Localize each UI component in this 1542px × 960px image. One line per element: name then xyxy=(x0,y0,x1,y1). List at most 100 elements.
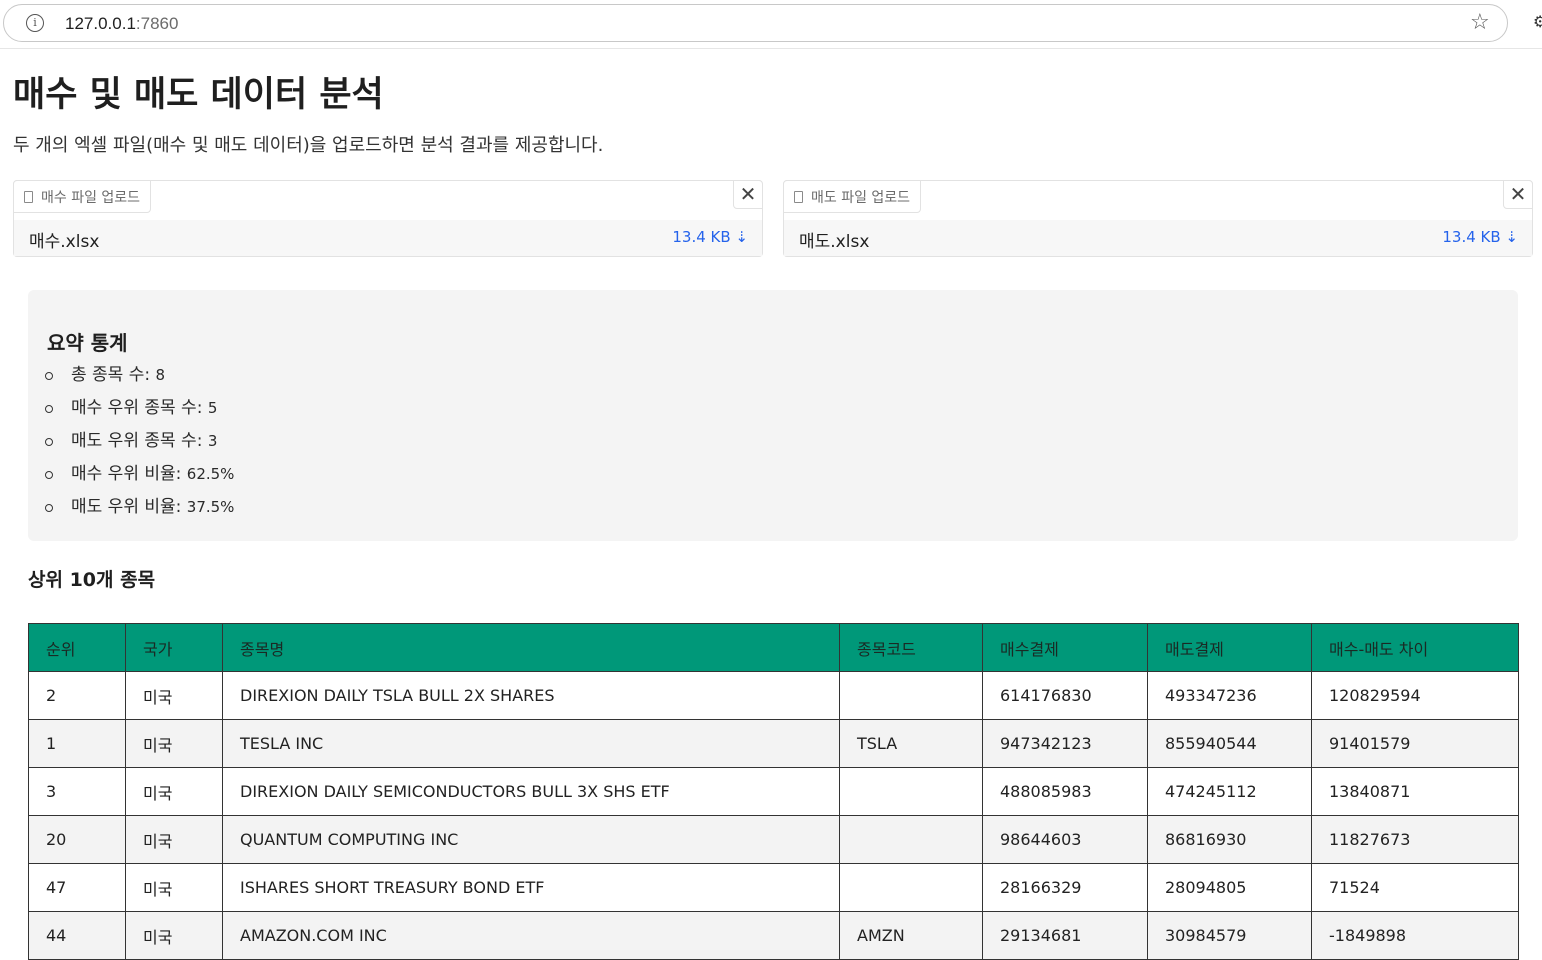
table-cell: 1 xyxy=(28,719,126,768)
file-name: 매도.xlsx xyxy=(799,232,870,252)
table-cell: 493347236 xyxy=(1147,671,1312,720)
table-cell: 20 xyxy=(28,815,126,864)
table-cell: DIREXION DAILY TSLA BULL 2X SHARES xyxy=(222,671,840,720)
table-cell: ISHARES SHORT TREASURY BOND ETF xyxy=(222,863,840,912)
file-download-link[interactable]: 13.4 KB ⇣ xyxy=(1442,228,1518,246)
table-header-row: 순위 국가 종목명 종목코드 매수결제 매도결제 매수-매도 차이 xyxy=(28,623,1519,672)
table-cell: 미국 xyxy=(125,911,223,960)
page-title: 매수 및 매도 데이터 분석 xyxy=(13,75,384,115)
clear-file-button[interactable]: ✕ xyxy=(733,180,763,209)
summary-item-label: 매도 우위 종목 수: xyxy=(71,431,203,451)
table-cell: 71524 xyxy=(1311,863,1519,912)
table-cell: 미국 xyxy=(125,863,223,912)
column-header-country[interactable]: 국가 xyxy=(125,623,223,672)
table-cell: AMAZON.COM INC xyxy=(222,911,840,960)
table-cell: 3 xyxy=(28,767,126,816)
bullet-icon xyxy=(45,504,53,512)
table-cell: QUANTUM COMPUTING INC xyxy=(222,815,840,864)
site-info-icon[interactable]: i xyxy=(26,14,44,32)
sell-file-upload[interactable]: 매도 파일 업로드 ✕ 매도.xlsx 13.4 KB ⇣ xyxy=(783,180,1533,257)
column-header-stock-code[interactable]: 종목코드 xyxy=(839,623,983,672)
table-row: 2 미국 DIREXION DAILY TSLA BULL 2X SHARES 614… xyxy=(28,671,1519,720)
table-cell: 947342123 xyxy=(982,719,1148,768)
table-cell: 미국 xyxy=(125,671,223,720)
browser-toolbar: i 127.0.0.1:7860 ☆ ⚙ xyxy=(0,0,1542,49)
file-icon xyxy=(794,190,803,203)
buy-file-upload[interactable]: 매수 파일 업로드 ✕ 매수.xlsx 13.4 KB ⇣ xyxy=(13,180,763,257)
summary-item: 매도 우위 종목 수: 3 xyxy=(42,428,234,461)
summary-item-value: 37.5% xyxy=(186,498,235,516)
column-header-stock-name[interactable]: 종목명 xyxy=(222,623,840,672)
table-cell: -1849898 xyxy=(1311,911,1519,960)
summary-item-value: 62.5% xyxy=(186,465,235,483)
summary-item-label: 매수 우위 종목 수: xyxy=(71,398,203,418)
url-port: :7860 xyxy=(135,14,179,33)
table-row: 1 미국 TESLA INC TSLA 947342123 855940544 914015… xyxy=(28,719,1519,768)
column-header-difference[interactable]: 매수-매도 차이 xyxy=(1311,623,1519,672)
uploaded-file-row: 매수.xlsx 13.4 KB ⇣ xyxy=(14,220,762,256)
upload-label: 매수 파일 업로드 xyxy=(13,180,152,213)
table-cell: TESLA INC xyxy=(222,719,840,768)
table-row: 47 미국 ISHARES SHORT TREASURY BOND ETF 28166… xyxy=(28,863,1519,912)
address-bar[interactable]: i 127.0.0.1:7860 ☆ xyxy=(3,4,1508,42)
table-cell: 미국 xyxy=(125,815,223,864)
extensions-icon[interactable]: ⚙ xyxy=(1533,12,1542,31)
table-cell: 미국 xyxy=(125,767,223,816)
results-table-container: 순위 국가 종목명 종목코드 매수결제 매도결제 매수-매도 차이 2 미국 DIR… xyxy=(28,623,1519,960)
upload-label-text: 매수 파일 업로드 xyxy=(41,189,141,206)
table-cell xyxy=(839,767,983,816)
table-cell xyxy=(839,815,983,864)
column-header-sell-settlement[interactable]: 매도결제 xyxy=(1147,623,1312,672)
url-host: 127.0.0.1 xyxy=(65,14,136,33)
upload-label-text: 매도 파일 업로드 xyxy=(811,189,911,206)
summary-item: 총 종목 수: 8 xyxy=(42,362,234,395)
upload-label: 매도 파일 업로드 xyxy=(783,180,922,213)
table-title: 상위 10개 종목 xyxy=(28,569,156,591)
bullet-icon xyxy=(45,405,53,413)
table-cell: 86816930 xyxy=(1147,815,1312,864)
table-row: 3 미국 DIREXION DAILY SEMICONDUCTORS BULL 3X… xyxy=(28,767,1519,816)
column-header-buy-settlement[interactable]: 매수결제 xyxy=(982,623,1148,672)
table-cell: 30984579 xyxy=(1147,911,1312,960)
summary-item-value: 3 xyxy=(207,432,218,450)
file-name: 매수.xlsx xyxy=(29,232,100,252)
table-cell: 614176830 xyxy=(982,671,1148,720)
table-cell: TSLA xyxy=(839,719,983,768)
table-cell: 28166329 xyxy=(982,863,1148,912)
table-cell: 120829594 xyxy=(1311,671,1519,720)
table-row: 44 미국 AMAZON.COM INC AMZN 29134681 30984579 -1… xyxy=(28,911,1519,960)
summary-item-value: 5 xyxy=(207,399,218,417)
column-header-rank[interactable]: 순위 xyxy=(28,623,126,672)
page-description: 두 개의 엑셀 파일(매수 및 매도 데이터)을 업로드하면 분석 결과를 제공… xyxy=(13,135,604,156)
table-cell: 29134681 xyxy=(982,911,1148,960)
bullet-icon xyxy=(45,438,53,446)
summary-item: 매도 우위 비율: 37.5% xyxy=(42,494,234,527)
bookmark-star-icon[interactable]: ☆ xyxy=(1470,10,1490,35)
summary-item: 매수 우위 비율: 62.5% xyxy=(42,461,234,494)
table-cell: 44 xyxy=(28,911,126,960)
table-cell: 28094805 xyxy=(1147,863,1312,912)
table-cell: 91401579 xyxy=(1311,719,1519,768)
table-cell: 2 xyxy=(28,671,126,720)
summary-item: 매수 우위 종목 수: 5 xyxy=(42,395,234,428)
table-cell: 11827673 xyxy=(1311,815,1519,864)
summary-item-label: 매수 우위 비율: xyxy=(71,464,182,484)
bullet-icon xyxy=(45,372,53,380)
summary-item-label: 매도 우위 비율: xyxy=(71,497,182,517)
table-cell: 98644603 xyxy=(982,815,1148,864)
url-text[interactable]: 127.0.0.1:7860 xyxy=(65,14,178,34)
file-icon xyxy=(24,190,33,203)
results-table: 순위 국가 종목명 종목코드 매수결제 매도결제 매수-매도 차이 2 미국 DIR… xyxy=(28,623,1519,960)
summary-item-label: 총 종목 수: xyxy=(71,365,151,385)
table-cell: 855940544 xyxy=(1147,719,1312,768)
table-cell: 47 xyxy=(28,863,126,912)
table-cell: 488085983 xyxy=(982,767,1148,816)
table-cell: 미국 xyxy=(125,719,223,768)
summary-title: 요약 통계 xyxy=(47,331,128,355)
uploaded-file-row: 매도.xlsx 13.4 KB ⇣ xyxy=(784,220,1532,256)
clear-file-button[interactable]: ✕ xyxy=(1503,180,1533,209)
file-download-link[interactable]: 13.4 KB ⇣ xyxy=(672,228,748,246)
table-cell: AMZN xyxy=(839,911,983,960)
table-cell: DIREXION DAILY SEMICONDUCTORS BULL 3X SH… xyxy=(222,767,840,816)
summary-box: 요약 통계 총 종목 수: 8 매수 우위 종목 수: 5 매도 우위 종목 수… xyxy=(28,290,1518,541)
